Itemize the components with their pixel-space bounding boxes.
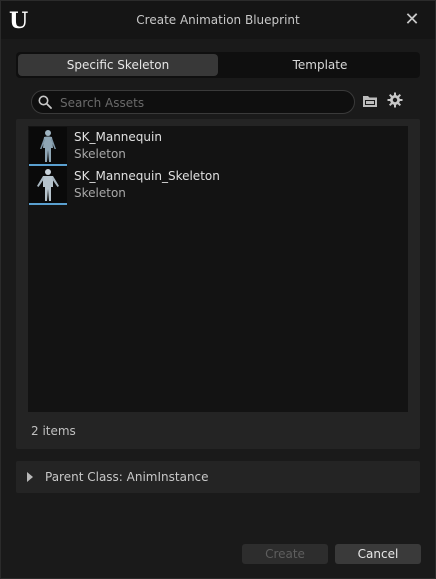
asset-row[interactable]: SK_Mannequin_Skeleton Skeleton [28,165,408,205]
asset-row[interactable]: SK_Mannequin Skeleton [28,126,408,166]
gear-icon[interactable] [387,92,403,108]
search-box[interactable] [31,90,355,114]
folder-icon[interactable] [362,94,378,108]
tab-specific-skeleton[interactable]: Specific Skeleton [18,54,218,76]
tab-template[interactable]: Template [220,52,420,78]
parent-class-expander[interactable]: Parent Class: AnimInstance [16,461,420,493]
parent-class-label: Parent Class: AnimInstance [45,470,209,484]
close-button[interactable]: ✕ [401,9,423,31]
asset-thumbnail [29,166,67,205]
mannequin-male-icon [37,169,59,201]
asset-list[interactable]: SK_Mannequin Skeleton SK_Mannequin_Skele… [28,126,408,412]
asset-type: Skeleton [74,186,126,200]
asset-picker-panel: SK_Mannequin Skeleton SK_Mannequin_Skele… [16,119,420,449]
close-icon: ✕ [404,9,420,30]
mannequin-female-icon [40,130,56,162]
asset-name: SK_Mannequin [74,130,162,144]
asset-type: Skeleton [74,147,126,161]
caret-right-icon[interactable] [27,472,33,482]
title-bar: U Create Animation Blueprint ✕ [1,1,435,39]
dialog-title: Create Animation Blueprint [136,13,300,27]
cancel-button[interactable]: Cancel [335,544,421,564]
asset-thumbnail [29,127,67,166]
asset-name: SK_Mannequin_Skeleton [74,169,220,183]
item-count: 2 items [31,424,76,438]
search-icon [38,95,52,109]
tab-bar: Specific Skeleton Template [16,52,420,78]
create-animation-blueprint-dialog: U Create Animation Blueprint ✕ Specific … [0,0,436,579]
search-input[interactable] [58,93,352,113]
create-button[interactable]: Create [242,544,328,564]
